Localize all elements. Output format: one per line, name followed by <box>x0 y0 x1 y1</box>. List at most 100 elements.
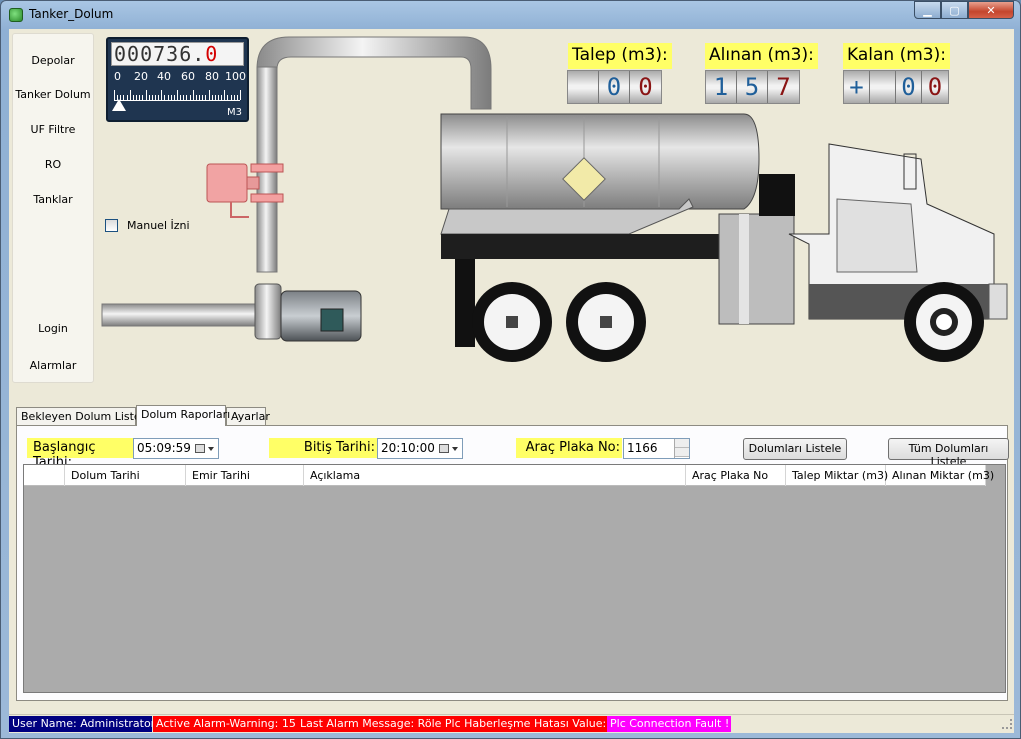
alinan-digit: 5 <box>737 71 768 103</box>
column-header[interactable]: Araç Plaka No <box>686 465 786 486</box>
end-date-label: Bitiş Tarihi: <box>269 438 377 458</box>
status-user: User Name: Administrator <box>9 716 155 732</box>
start-date-picker[interactable]: 05:09:59 <box>133 438 219 459</box>
alinan-digit: 1 <box>706 71 737 103</box>
end-date-value: 20:10:00 <box>381 441 435 455</box>
status-bar: User Name: Administrator Active Alarm-Wa… <box>9 714 1014 733</box>
window-controls: ▁ ▢ ✕ <box>914 1 1014 19</box>
ruler-tick <box>164 95 166 100</box>
plate-value: 1166 <box>627 441 658 455</box>
minimize-button[interactable]: ▁ <box>914 1 941 19</box>
ruler-tick <box>205 95 207 100</box>
flow-meter-ruler <box>114 89 241 101</box>
ruler-tick <box>186 95 188 100</box>
ruler-tick <box>227 95 229 100</box>
start-date-label: Başlangıç Tarihi: <box>27 438 133 470</box>
ruler-tick <box>217 95 219 100</box>
flow-meter-digits: 000736.0 <box>111 42 244 66</box>
client-area: Depolar Tanker Dolum UF Filtre RO Tankla… <box>9 29 1014 733</box>
grid-header: Dolum Tarihi Emir Tarihi Açıklama Araç P… <box>24 465 994 486</box>
talep-digit: 0 <box>599 71 630 103</box>
ruler-tick <box>199 95 201 100</box>
close-button[interactable]: ✕ <box>968 1 1014 19</box>
pipe-inlet <box>101 303 265 327</box>
ruler-tick <box>132 95 134 100</box>
manual-permission-label: Manuel İzni <box>127 219 190 232</box>
window-frame: Tanker_Dolum ▁ ▢ ✕ Depolar Tanker Dolum … <box>0 0 1021 739</box>
talep-digit <box>568 71 599 103</box>
manual-permission-checkbox[interactable] <box>105 219 118 232</box>
spin-down-icon[interactable] <box>675 448 689 457</box>
flow-meter: 000736.0 0 20 40 60 80 100 M3 <box>106 37 249 122</box>
spin-up-icon[interactable] <box>675 439 689 448</box>
kalan-counter: + 0 0 <box>843 70 949 104</box>
ruler-tick <box>183 95 185 100</box>
plate-input[interactable]: 1166 <box>623 438 690 459</box>
ruler-tick <box>211 95 213 100</box>
flow-meter-unit: M3 <box>227 107 242 118</box>
pump-casing <box>254 283 282 340</box>
ruler-tick <box>230 95 232 100</box>
plate-spinner[interactable] <box>674 439 689 458</box>
app-icon <box>9 8 23 22</box>
kalan-digit: 0 <box>896 71 922 103</box>
valve-body <box>206 163 248 203</box>
valve-flange <box>250 193 284 203</box>
tab-fill-reports[interactable]: Dolum Raporları <box>136 405 230 426</box>
list-all-fills-button[interactable]: Tüm Dolumları Listele <box>888 438 1009 468</box>
title-bar[interactable]: Tanker_Dolum ▁ ▢ ✕ <box>1 1 1020 29</box>
talep-digit: 0 <box>630 71 661 103</box>
ruler-tick <box>180 95 182 100</box>
column-header[interactable]: Emir Tarihi <box>186 465 304 486</box>
flow-meter-pointer <box>112 99 126 111</box>
ruler-tick <box>240 90 241 100</box>
list-fills-button[interactable]: Dolumları Listele <box>743 438 847 460</box>
alinan-counter: 1 5 7 <box>705 70 800 104</box>
ruler-tick <box>221 95 223 100</box>
ruler-tick <box>177 90 178 100</box>
ruler-tick <box>154 95 156 100</box>
ruler-tick <box>224 90 226 100</box>
tab-pending-fills[interactable]: Bekleyen Dolum Listesi <box>16 407 149 425</box>
tab-settings[interactable]: Ayarlar <box>226 407 270 425</box>
kalan-digit <box>870 71 896 103</box>
ruler-tick <box>233 95 235 100</box>
calendar-icon <box>439 444 449 453</box>
ruler-tick <box>202 95 204 100</box>
ruler-tick <box>142 95 144 100</box>
ruler-tick <box>151 95 153 100</box>
ruler-tick <box>170 95 172 100</box>
pipe-vertical <box>256 36 492 110</box>
maximize-button[interactable]: ▢ <box>941 1 968 19</box>
kalan-digit: 0 <box>922 71 948 103</box>
status-last-alarm: Last Alarm Message: Röle Plc Haberleşme … <box>297 716 624 732</box>
column-header[interactable]: Alınan Miktar (m3) <box>886 465 994 486</box>
ruler-tick <box>136 95 138 100</box>
talep-counter: 0 0 <box>567 70 662 104</box>
column-header[interactable]: Dolum Tarihi <box>65 465 186 486</box>
chevron-down-icon <box>452 447 458 451</box>
column-header[interactable]: Talep Miktar (m3) <box>786 465 888 486</box>
resize-grip-icon[interactable] <box>1002 719 1012 729</box>
column-header[interactable]: Açıklama <box>304 465 686 486</box>
status-connection: Plc Connection Fault ! <box>607 716 731 732</box>
ruler-tick <box>214 95 216 100</box>
calendar-icon <box>195 444 205 453</box>
status-alarm-count: Active Alarm-Warning: 15 <box>153 716 297 732</box>
plate-label: Araç Plaka No: <box>516 438 622 458</box>
ruler-tick <box>158 95 160 100</box>
ruler-tick <box>192 90 194 100</box>
ruler-tick <box>161 90 163 100</box>
ruler-tick <box>126 95 128 100</box>
end-date-picker[interactable]: 20:10:00 <box>377 438 463 459</box>
ruler-tick <box>236 95 238 100</box>
fill-report-grid[interactable]: Dolum Tarihi Emir Tarihi Açıklama Araç P… <box>23 464 1006 693</box>
talep-label: Talep (m3): <box>568 43 672 69</box>
window-title: Tanker_Dolum <box>29 7 114 21</box>
ruler-tick <box>145 90 147 100</box>
row-header-corner <box>24 465 65 486</box>
ruler-tick <box>148 95 150 100</box>
ruler-tick <box>129 90 131 100</box>
chevron-down-icon <box>208 447 214 451</box>
ruler-tick <box>173 95 175 100</box>
